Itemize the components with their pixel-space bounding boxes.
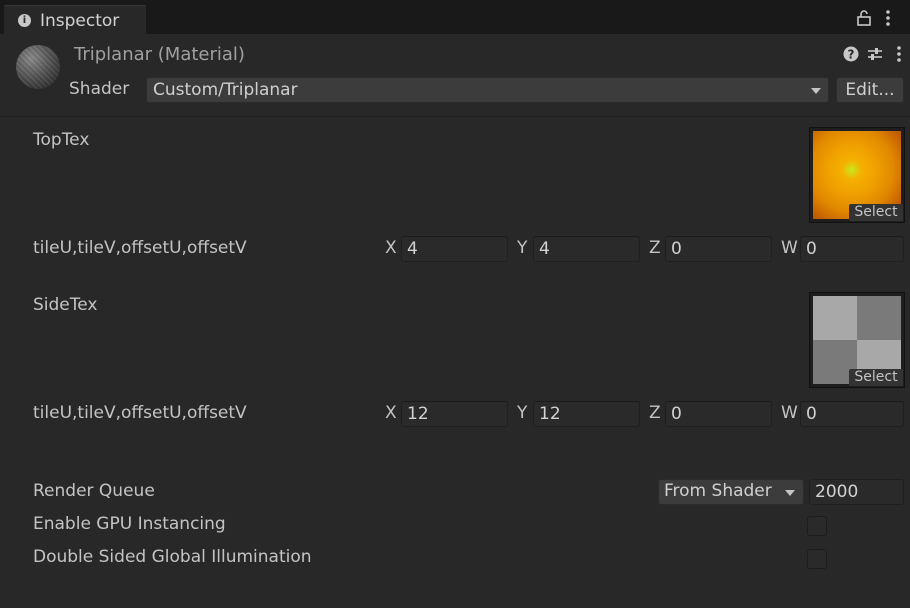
shader-dropdown[interactable]: Custom/Triplanar	[146, 77, 829, 103]
render-queue-label: Render Queue	[33, 481, 155, 501]
double-sided-gi-label: Double Sided Global Illumination	[33, 547, 312, 567]
tab-label: Inspector	[40, 11, 120, 31]
vector-label-sidetex: tileU,tileV,offsetU,offsetV	[33, 403, 247, 423]
material-preview-sphere	[16, 45, 60, 89]
vector-y-label: Y	[517, 403, 528, 423]
vector-x-input[interactable]: 4	[401, 236, 508, 262]
gpu-instancing-label: Enable GPU Instancing	[33, 514, 226, 534]
vector-x-input[interactable]: 12	[401, 401, 508, 427]
property-label-sidetex: SideTex	[33, 295, 98, 315]
render-queue-mode: From Shader	[664, 481, 772, 501]
texture-slot-sidetex[interactable]: Select	[809, 292, 905, 388]
svg-text:?: ?	[848, 48, 855, 62]
edit-shader-button[interactable]: Edit...	[836, 77, 904, 103]
texture-select-button[interactable]: Select	[849, 369, 903, 386]
texture-select-button[interactable]: Select	[849, 204, 903, 221]
material-title: Triplanar (Material)	[74, 44, 245, 65]
vector-z-label: Z	[649, 238, 661, 258]
tab-inspector[interactable]: i Inspector	[4, 5, 146, 35]
render-queue-dropdown[interactable]: From Shader	[658, 479, 804, 505]
lock-icon[interactable]	[857, 10, 871, 29]
vector-w-label: W	[781, 403, 798, 423]
window-tab-bar: i Inspector	[0, 0, 910, 35]
help-icon[interactable]: ?	[843, 46, 859, 66]
vector-z-input[interactable]: 0	[665, 236, 772, 262]
info-icon: i	[18, 14, 31, 27]
gpu-instancing-checkbox[interactable]	[807, 516, 827, 536]
vector-y-label: Y	[517, 238, 528, 258]
material-header: Triplanar (Material) ? Shader Custom/Tri…	[0, 34, 910, 117]
property-label-toptex: TopTex	[33, 130, 90, 150]
chevron-down-icon	[811, 88, 821, 94]
vector-x-label: X	[385, 238, 397, 258]
vector-z-label: Z	[649, 403, 661, 423]
vector-y-input[interactable]: 4	[533, 236, 640, 262]
more-vert-icon[interactable]	[885, 10, 891, 29]
texture-slot-toptex[interactable]: Select	[809, 127, 905, 223]
vector-w-input[interactable]: 0	[800, 236, 904, 262]
more-vert-icon[interactable]	[896, 46, 902, 66]
vector-y-input[interactable]: 12	[533, 401, 640, 427]
double-sided-gi-checkbox[interactable]	[807, 549, 827, 569]
preset-icon[interactable]	[867, 46, 883, 66]
render-queue-input[interactable]: 2000	[809, 479, 904, 505]
vector-z-input[interactable]: 0	[665, 401, 772, 427]
vector-label-toptex: tileU,tileV,offsetU,offsetV	[33, 238, 247, 258]
vector-x-label: X	[385, 403, 397, 423]
shader-label: Shader	[69, 79, 130, 99]
vector-w-label: W	[781, 238, 798, 258]
chevron-down-icon	[785, 490, 795, 496]
vector-w-input[interactable]: 0	[800, 401, 904, 427]
shader-value: Custom/Triplanar	[153, 80, 298, 100]
